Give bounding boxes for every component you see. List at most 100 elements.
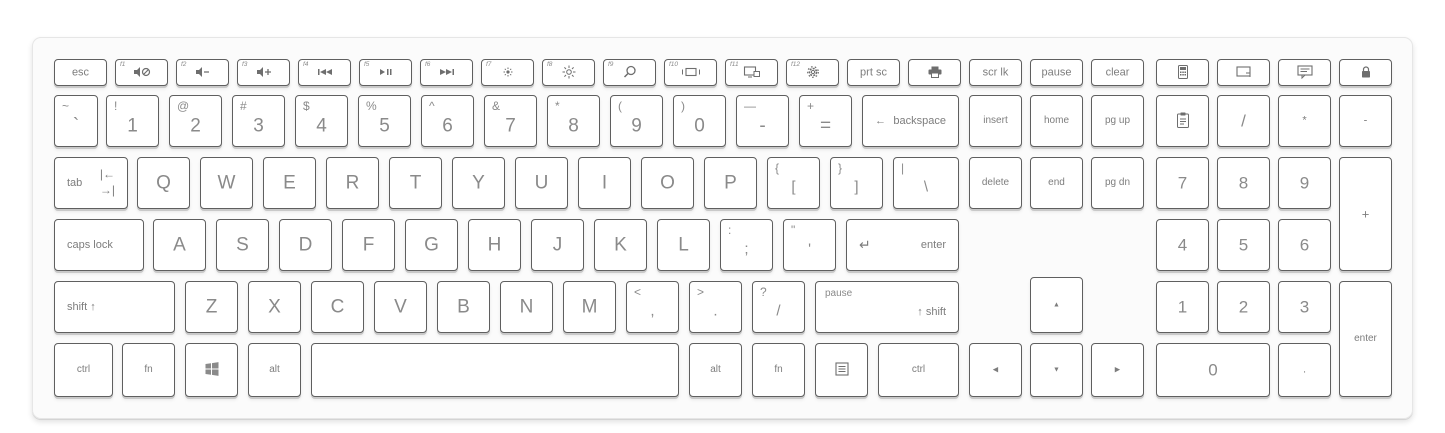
key-q[interactable]: Q [137,157,190,209]
key-f7[interactable]: f7 [481,59,534,86]
key-enter[interactable]: ↵ enter [846,219,959,271]
key-0[interactable]: ) 0 [673,95,726,147]
key-l[interactable]: L [657,219,710,271]
key-num-6[interactable]: 6 [1278,219,1331,271]
key-v[interactable]: V [374,281,427,333]
key-y[interactable]: Y [452,157,505,209]
key-fn[interactable]: fn [122,343,175,397]
key-num-2[interactable]: 2 [1217,281,1270,333]
key-right-fn[interactable]: fn [752,343,805,397]
key-backtick[interactable]: ~ ` [54,95,98,147]
key-num-plus[interactable]: + [1339,157,1392,271]
key-3[interactable]: # 3 [232,95,285,147]
key-f5[interactable]: f5 [359,59,412,86]
key-right-ctrl[interactable]: ctrl [878,343,959,397]
key-clear[interactable]: clear [1091,59,1144,86]
key-f6[interactable]: f6 [420,59,473,86]
key-1[interactable]: ! 1 [106,95,159,147]
key-num-9[interactable]: 9 [1278,157,1331,209]
key-tab[interactable]: tab |← →| [54,157,128,209]
key-spacebar[interactable] [311,343,679,397]
key-num-decimal[interactable]: . [1278,343,1331,397]
key-quote[interactable]: " ' [783,219,836,271]
key-j[interactable]: J [531,219,584,271]
key-semicolon[interactable]: : ; [720,219,773,271]
key-f9[interactable]: f9 [603,59,656,86]
key-end[interactable]: end [1030,157,1083,209]
key-slash[interactable]: ? / [752,281,805,333]
key-h[interactable]: H [468,219,521,271]
key-num-enter[interactable]: enter [1339,281,1392,397]
key-5[interactable]: % 5 [358,95,411,147]
key-bracket-close[interactable]: } ] [830,157,883,209]
key-backspace[interactable]: ← backspace [862,95,959,147]
key-9[interactable]: ( 9 [610,95,663,147]
key-i[interactable]: I [578,157,631,209]
key-num-multiply[interactable]: * [1278,95,1331,147]
key-pause[interactable]: pause [1030,59,1083,86]
key-f3[interactable]: f3 [237,59,290,86]
key-o[interactable]: O [641,157,694,209]
key-u[interactable]: U [515,157,568,209]
key-insert[interactable]: insert [969,95,1022,147]
key-4[interactable]: $ 4 [295,95,348,147]
key-scrlk[interactable]: scr lk [969,59,1022,86]
key-backslash[interactable]: | \ [893,157,959,209]
key-r[interactable]: R [326,157,379,209]
key-pgdn[interactable]: pg dn [1091,157,1144,209]
key-num-5[interactable]: 5 [1217,219,1270,271]
key-bracket-open[interactable]: { [ [767,157,820,209]
key-esc[interactable]: esc [54,59,107,86]
key-8[interactable]: * 8 [547,95,600,147]
key-f[interactable]: F [342,219,395,271]
key-delete[interactable]: delete [969,157,1022,209]
key-e[interactable]: E [263,157,316,209]
key-notes[interactable] [1278,59,1331,86]
key-comma[interactable]: < , [626,281,679,333]
key-x[interactable]: X [248,281,301,333]
key-equals[interactable]: + = [799,95,852,147]
key-6[interactable]: ^ 6 [421,95,474,147]
key-d[interactable]: D [279,219,332,271]
key-print[interactable] [908,59,961,86]
key-n[interactable]: N [500,281,553,333]
key-caps-lock[interactable]: caps lock [54,219,144,271]
key-num-divide[interactable]: / [1217,95,1270,147]
key-right-shift[interactable]: pause ↑ shift [815,281,959,333]
key-num-1[interactable]: 1 [1156,281,1209,333]
key-p[interactable]: P [704,157,757,209]
key-left-shift[interactable]: shift ↑ [54,281,175,333]
key-w[interactable]: W [200,157,253,209]
key-m[interactable]: M [563,281,616,333]
key-7[interactable]: & 7 [484,95,537,147]
key-left-ctrl[interactable]: ctrl [54,343,113,397]
key-pgup[interactable]: pg up [1091,95,1144,147]
key-left-alt[interactable]: alt [248,343,301,397]
key-num-0[interactable]: 0 [1156,343,1270,397]
key-k[interactable]: K [594,219,647,271]
key-c[interactable]: C [311,281,364,333]
key-a[interactable]: A [153,219,206,271]
key-g[interactable]: G [405,219,458,271]
key-s[interactable]: S [216,219,269,271]
key-arrow-up[interactable]: ▲ [1030,277,1083,333]
key-f12[interactable]: f12 [786,59,839,86]
key-home[interactable]: home [1030,95,1083,147]
key-num-4[interactable]: 4 [1156,219,1209,271]
key-menu[interactable] [815,343,868,397]
key-t[interactable]: T [389,157,442,209]
key-period[interactable]: > . [689,281,742,333]
key-f10[interactable]: f10 [664,59,717,86]
key-clipboard[interactable] [1156,95,1209,147]
key-num-7[interactable]: 7 [1156,157,1209,209]
key-prtsc[interactable]: prt sc [847,59,900,86]
key-f11[interactable]: f11 [725,59,778,86]
key-f4[interactable]: f4 [298,59,351,86]
key-num-8[interactable]: 8 [1217,157,1270,209]
key-right-alt[interactable]: alt [689,343,742,397]
key-b[interactable]: B [437,281,490,333]
key-snip[interactable] [1217,59,1270,86]
key-f2[interactable]: f2 [176,59,229,86]
key-arrow-right[interactable]: ▶ [1091,343,1144,397]
key-arrow-left[interactable]: ◀ [969,343,1022,397]
